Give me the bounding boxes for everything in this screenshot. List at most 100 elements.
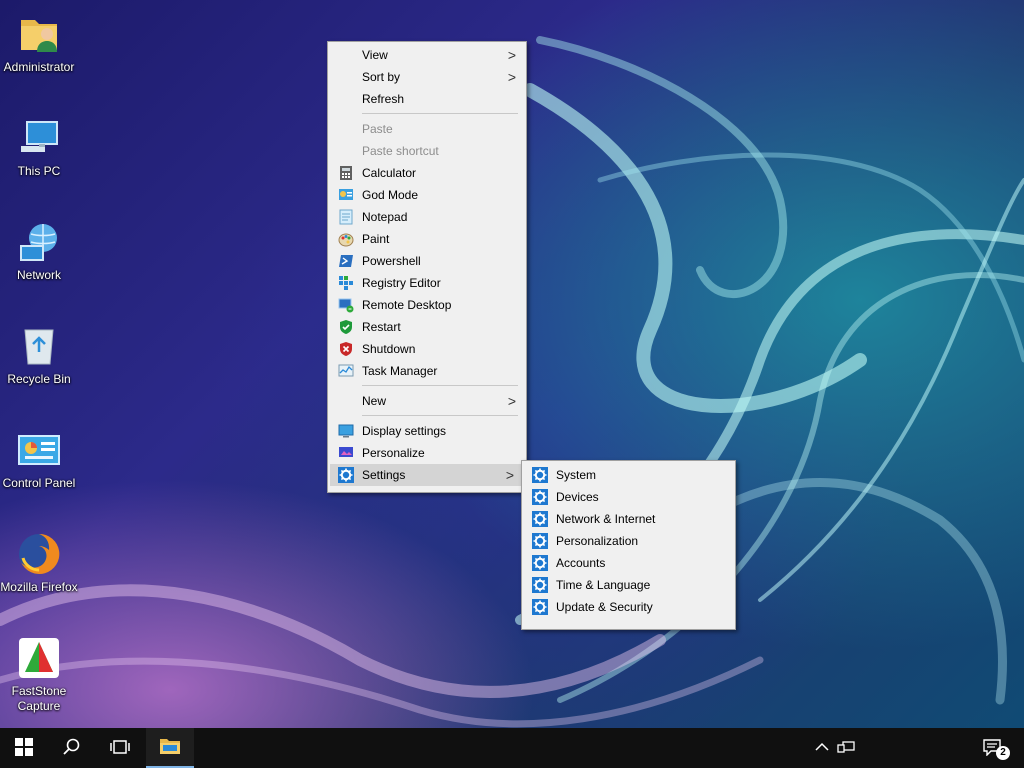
desktop-icon-this-pc[interactable]: This PC (0, 108, 78, 179)
submenu-item-update-security[interactable]: Update & Security (522, 596, 735, 618)
desktop-icon-control-panel[interactable]: Control Panel (0, 420, 78, 491)
desktop[interactable]: Administrator This PC Network Recycle Bi… (0, 0, 1024, 728)
menu-item-paste: Paste (328, 118, 526, 140)
submenu-item-devices[interactable]: Devices (522, 486, 735, 508)
desktop-icon-firefox[interactable]: Mozilla Firefox (0, 524, 78, 595)
chevron-right-icon: > (507, 47, 516, 63)
desktop-icon-label: Administrator (3, 60, 75, 74)
task-view-button[interactable] (96, 728, 144, 768)
menu-item-restart[interactable]: Restart (328, 316, 526, 338)
menu-item-label: View (362, 48, 388, 62)
desktop-icon-label: Network (16, 268, 61, 282)
menu-item-settings[interactable]: Settings > (330, 464, 524, 486)
desktop-icon-network[interactable]: Network (0, 212, 78, 283)
menu-item-label: Paint (362, 232, 390, 246)
chevron-right-icon: > (505, 467, 514, 483)
desktop-icon-label: FastStone Capture (11, 684, 67, 713)
user-folder-icon (17, 12, 61, 56)
menu-item-calculator[interactable]: Calculator (328, 162, 526, 184)
gear-icon (532, 511, 548, 527)
gear-icon (532, 599, 548, 615)
folder-icon (159, 737, 181, 758)
submenu-item-label: Accounts (556, 556, 606, 570)
start-button[interactable] (0, 728, 48, 768)
menu-item-notepad[interactable]: Notepad (328, 206, 526, 228)
desktop-icon-faststone-capture[interactable]: FastStone Capture (0, 628, 78, 714)
desktop-icon-recycle-bin[interactable]: Recycle Bin (0, 316, 78, 387)
remote-desktop-icon (338, 297, 354, 313)
faststone-capture-icon (17, 636, 61, 680)
menu-item-sort-by[interactable]: Sort by > (328, 66, 526, 88)
desktop-icon-label: Control Panel (2, 476, 76, 490)
submenu-item-label: Network & Internet (556, 512, 656, 526)
menu-item-label: Notepad (362, 210, 408, 224)
menu-item-view[interactable]: View > (328, 44, 526, 66)
search-button[interactable] (48, 728, 96, 768)
menu-item-label: Task Manager (362, 364, 438, 378)
network-ethernet-icon (837, 739, 855, 758)
chevron-right-icon: > (507, 393, 516, 409)
chevron-right-icon: > (507, 69, 516, 85)
menu-item-refresh[interactable]: Refresh (328, 88, 526, 110)
menu-item-personalize[interactable]: Personalize (328, 442, 526, 464)
menu-separator (362, 113, 518, 114)
menu-item-god-mode[interactable]: God Mode (328, 184, 526, 206)
menu-item-powershell[interactable]: Powershell (328, 250, 526, 272)
gear-icon (532, 489, 548, 505)
menu-item-label: Remote Desktop (362, 298, 452, 312)
submenu-item-personalization[interactable]: Personalization (522, 530, 735, 552)
control-panel-icon (17, 428, 61, 472)
gear-icon (532, 533, 548, 549)
desktop-icon-label: Recycle Bin (7, 372, 71, 386)
file-explorer-button[interactable] (146, 728, 194, 768)
menu-item-label: God Mode (362, 188, 419, 202)
menu-item-label: New (362, 394, 387, 408)
submenu-item-label: Update & Security (556, 600, 653, 614)
desktop-icon-label: Mozilla Firefox (0, 580, 78, 594)
menu-item-paint[interactable]: Paint (328, 228, 526, 250)
submenu-item-system[interactable]: System (522, 464, 735, 486)
menu-separator (362, 385, 518, 386)
submenu-item-network-internet[interactable]: Network & Internet (522, 508, 735, 530)
submenu-item-accounts[interactable]: Accounts (522, 552, 735, 574)
network-globe-icon (17, 220, 61, 264)
menu-item-task-manager[interactable]: Task Manager (328, 360, 526, 382)
registry-editor-icon (338, 275, 354, 291)
menu-item-label: Powershell (362, 254, 421, 268)
taskbar (0, 728, 1024, 768)
menu-item-label: Registry Editor (362, 276, 441, 290)
menu-item-label: Restart (362, 320, 401, 334)
search-icon (63, 738, 81, 759)
menu-item-new[interactable]: New > (328, 390, 526, 412)
submenu-item-label: System (556, 468, 597, 482)
powershell-icon (338, 253, 354, 269)
menu-item-label: Calculator (362, 166, 417, 180)
menu-item-registry-editor[interactable]: Registry Editor (328, 272, 526, 294)
gear-icon (532, 467, 548, 483)
notepad-icon (338, 209, 354, 225)
desktop-context-menu: View > Sort by > Refresh Paste Paste sho… (327, 41, 527, 493)
menu-item-remote-desktop[interactable]: Remote Desktop (328, 294, 526, 316)
paint-palette-icon (338, 231, 354, 247)
notification-count-badge: 2 (996, 746, 1010, 760)
submenu-item-label: Time & Language (556, 578, 651, 592)
recycle-bin-icon (17, 324, 61, 368)
menu-item-paste-shortcut: Paste shortcut (328, 140, 526, 162)
menu-item-label: Paste (362, 122, 393, 136)
windows-logo-icon (15, 737, 33, 759)
firefox-icon (17, 532, 61, 576)
computer-icon (17, 116, 61, 160)
calculator-icon (338, 165, 354, 181)
menu-item-shutdown[interactable]: Shutdown (328, 338, 526, 360)
display-icon (338, 423, 354, 439)
submenu-item-label: Personalization (556, 534, 639, 548)
menu-item-label: Settings (362, 468, 406, 482)
gear-icon (338, 467, 354, 483)
menu-item-display-settings[interactable]: Display settings (328, 420, 526, 442)
task-view-icon (109, 738, 131, 759)
menu-item-label: Refresh (362, 92, 405, 106)
submenu-item-label: Devices (556, 490, 599, 504)
desktop-icon-administrator[interactable]: Administrator (0, 4, 78, 75)
network-tray-button[interactable] (824, 728, 868, 768)
submenu-item-time-language[interactable]: Time & Language (522, 574, 735, 596)
